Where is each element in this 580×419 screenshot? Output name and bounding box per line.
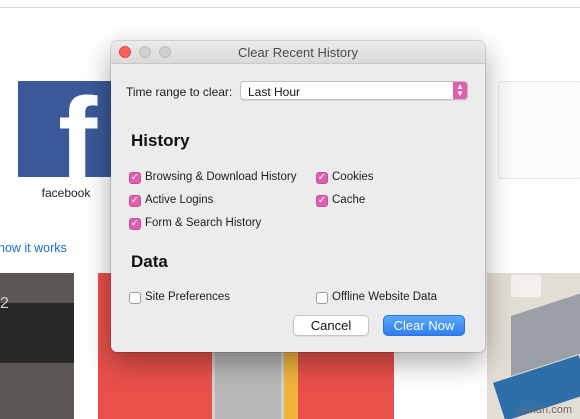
checkmark-icon[interactable]: ✓: [129, 172, 141, 184]
option-label: Site Preferences: [145, 291, 231, 303]
dialog-title: Clear Recent History: [238, 45, 358, 60]
mug-image: [511, 275, 541, 297]
time-range-label: Time range to clear:: [126, 85, 233, 99]
photo-number: 2: [0, 295, 9, 312]
option-label: Offline Website Data: [332, 291, 438, 303]
select-stepper-icon[interactable]: ▲ ▼: [453, 82, 467, 99]
checkmark-icon[interactable]: ✓: [129, 195, 141, 207]
checkbox-empty[interactable]: [129, 292, 141, 304]
photo-shadow: [0, 303, 74, 363]
data-section-title: Data: [131, 252, 168, 271]
chevron-down-icon: ▼: [456, 89, 464, 98]
option-label: Form & Search History: [145, 217, 262, 229]
option-label: Browsing & Download History: [145, 171, 297, 183]
facebook-tile[interactable]: f: [18, 81, 114, 177]
checkmark-icon[interactable]: ✓: [316, 195, 328, 207]
checkmark-icon[interactable]: ✓: [316, 172, 328, 184]
clear-history-dialog: Clear Recent History Time range to clear…: [111, 41, 485, 352]
thumbnail-right[interactable]: [487, 273, 580, 419]
cancel-button[interactable]: Cancel: [293, 315, 369, 336]
option-label: Active Logins: [145, 194, 214, 206]
dialog-titlebar[interactable]: Clear Recent History: [111, 41, 485, 64]
checkmark-icon[interactable]: ✓: [129, 218, 141, 230]
facebook-tile-label: facebook: [41, 186, 91, 200]
clear-now-button[interactable]: Clear Now: [383, 315, 465, 336]
history-section-title: History: [131, 131, 190, 150]
time-range-value: Last Hour: [248, 85, 301, 99]
how-it-works-link[interactable]: how it works: [0, 241, 67, 255]
checkbox-empty[interactable]: [316, 292, 328, 304]
facebook-logo-icon: f: [58, 81, 98, 177]
thumbnail-left[interactable]: 2: [0, 273, 74, 419]
watermark: wsxdn.com: [516, 404, 572, 416]
empty-favorite-tile[interactable]: [498, 81, 580, 179]
time-range-select[interactable]: Last Hour ▲ ▼: [240, 81, 468, 100]
browser-top-bar: [0, 0, 580, 8]
option-label: Cookies: [332, 171, 374, 183]
option-label: Cache: [332, 194, 366, 206]
